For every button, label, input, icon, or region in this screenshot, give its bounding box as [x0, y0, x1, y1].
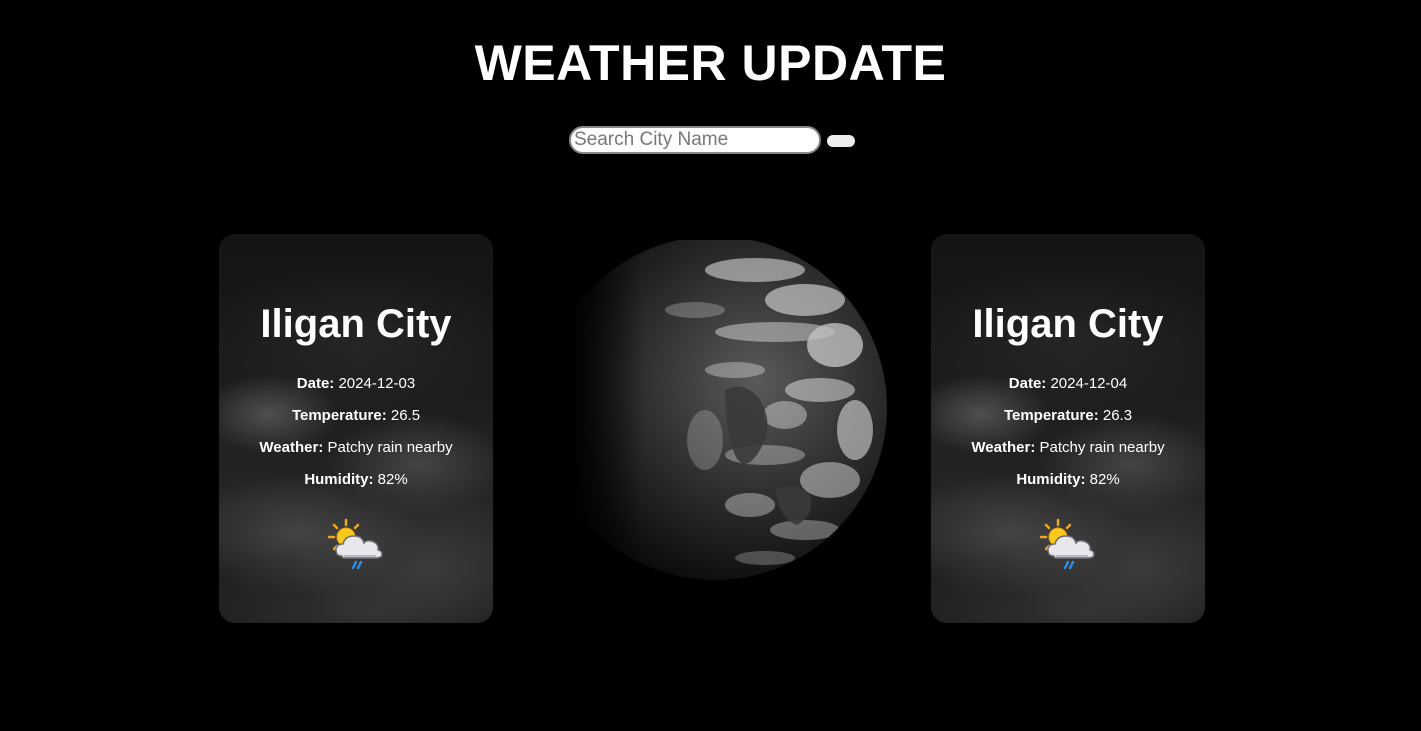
page-title: WEATHER UPDATE — [474, 35, 947, 91]
search-bar — [569, 126, 855, 154]
city-name: Iligan City — [972, 302, 1164, 346]
search-input[interactable] — [569, 126, 821, 154]
weather-label: Weather: — [971, 439, 1036, 456]
weather-card-day-1: Iligan City Date: 2024-12-03 Temperature… — [219, 234, 493, 623]
temperature-label: Temperature: — [291, 407, 387, 424]
humidity-row: Humidity: 82% — [219, 464, 493, 496]
weather-label: Weather: — [259, 439, 324, 456]
weather-page: WEATHER UPDATE Iligan City Date: 2024-12… — [0, 0, 1421, 731]
date-row: Date: 2024-12-04 — [931, 368, 1205, 400]
sun-cloud-rain-icon — [326, 518, 386, 572]
temperature-value: 26.5 — [390, 407, 421, 424]
temperature-label: Temperature: — [1003, 407, 1099, 424]
weather-value: Patchy rain nearby — [1039, 439, 1165, 456]
date-label: Date: — [1008, 375, 1047, 392]
search-button[interactable] — [827, 135, 855, 147]
city-name: Iligan City — [260, 302, 452, 346]
temperature-row: Temperature: 26.5 — [219, 400, 493, 432]
earth-globe-image — [575, 240, 887, 580]
humidity-label: Humidity: — [304, 471, 374, 488]
date-row: Date: 2024-12-03 — [219, 368, 493, 400]
date-label: Date: — [296, 375, 335, 392]
date-value: 2024-12-04 — [1050, 375, 1128, 392]
weather-info: Date: 2024-12-03 Temperature: 26.5 Weath… — [219, 368, 493, 496]
humidity-label: Humidity: — [1016, 471, 1086, 488]
temperature-row: Temperature: 26.3 — [931, 400, 1205, 432]
temperature-value: 26.3 — [1102, 407, 1133, 424]
humidity-value: 82% — [1089, 471, 1120, 488]
humidity-value: 82% — [377, 471, 408, 488]
weather-info: Date: 2024-12-04 Temperature: 26.3 Weath… — [931, 368, 1205, 496]
weather-card-day-2: Iligan City Date: 2024-12-04 Temperature… — [931, 234, 1205, 623]
humidity-row: Humidity: 82% — [931, 464, 1205, 496]
weather-value: Patchy rain nearby — [327, 439, 453, 456]
date-value: 2024-12-03 — [338, 375, 416, 392]
sun-cloud-rain-icon — [1038, 518, 1098, 572]
weather-row: Weather: Patchy rain nearby — [931, 432, 1205, 464]
weather-row: Weather: Patchy rain nearby — [219, 432, 493, 464]
